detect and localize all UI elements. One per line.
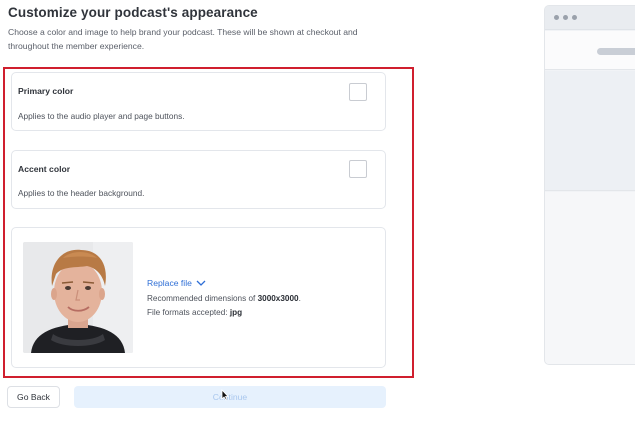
primary-color-swatch[interactable]: [349, 83, 367, 101]
mouse-pointer-icon: [221, 389, 229, 401]
continue-button[interactable]: Continue: [74, 386, 386, 408]
dimensions-prefix: Recommended dimensions of: [147, 294, 258, 303]
chevron-down-icon: [196, 280, 206, 286]
accent-color-swatch[interactable]: [349, 160, 367, 178]
preview-mockup: [544, 5, 635, 365]
dimensions-suffix: .: [298, 294, 301, 303]
formats-prefix: File formats accepted:: [147, 308, 230, 317]
formats-value: jpg: [229, 308, 243, 317]
window-dot-icon: [554, 15, 559, 20]
replace-file-link[interactable]: Replace file: [147, 278, 206, 288]
page-description: Choose a color and image to help brand y…: [8, 27, 358, 51]
page-title: Customize your podcast's appearance: [8, 5, 258, 20]
replace-file-label: Replace file: [147, 278, 192, 288]
accent-color-description: Applies to the header background.: [18, 188, 145, 198]
recommended-dimensions: Recommended dimensions of 3000x3000.: [147, 294, 301, 303]
preview-body: [545, 192, 635, 364]
accent-color-title: Accent color: [18, 164, 71, 174]
primary-color-description: Applies to the audio player and page but…: [18, 111, 185, 121]
accepted-formats: File formats accepted: jpg: [147, 308, 242, 317]
portrait-image: [23, 242, 133, 353]
preview-header-pill: [597, 48, 635, 55]
go-back-button[interactable]: Go Back: [7, 386, 60, 408]
dimensions-value: 3000x3000: [257, 294, 299, 303]
preview-window-bar: [545, 6, 635, 30]
primary-color-title: Primary color: [18, 86, 74, 96]
podcast-image-preview: [23, 242, 133, 353]
preview-panel: [545, 71, 635, 191]
window-dot-icon: [563, 15, 568, 20]
primary-color-card: Primary color Applies to the audio playe…: [11, 72, 386, 131]
window-dot-icon: [572, 15, 577, 20]
podcast-image-card: Replace file Recommended dimensions of 3…: [11, 227, 386, 368]
accent-color-card: Accent color Applies to the header backg…: [11, 150, 386, 209]
